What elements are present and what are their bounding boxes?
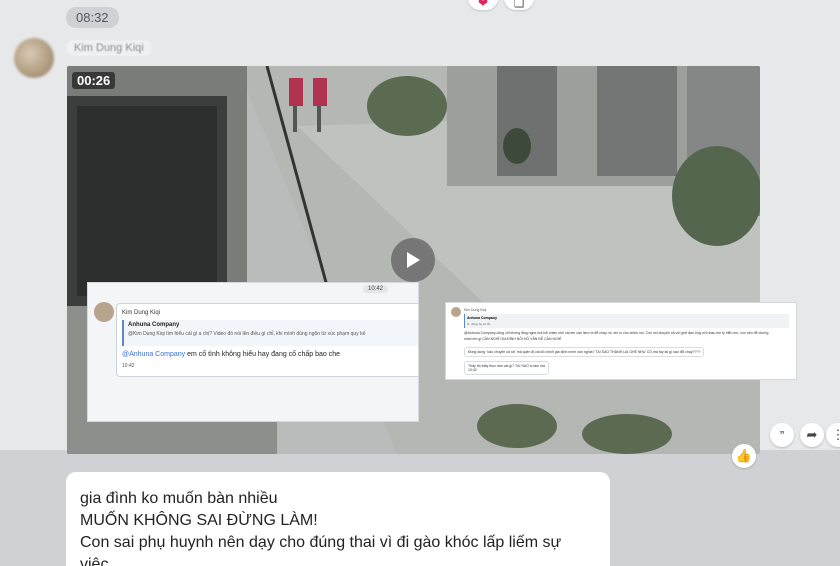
play-icon	[407, 252, 420, 268]
message-line: Con sai phụ huynh nên dạy cho đúng thai …	[80, 534, 562, 566]
share-icon: ➦	[806, 427, 818, 442]
quoted-author: Anhuna Company	[128, 322, 180, 328]
avatar	[451, 307, 461, 317]
quoted-message: Anhuna Company Ừ, đúng họ có lỗi.	[464, 314, 789, 328]
more-button[interactable]: ⋮	[826, 423, 840, 447]
more-icon: ⋮	[831, 427, 840, 442]
reply-body: em cố tình không hiểu hay đang cố chấp b…	[185, 351, 341, 358]
quoted-message: Anhuna Company @Kim Dung Kiqi tìm hiểu c…	[122, 320, 418, 346]
quoted-author: Anhuna Company	[467, 316, 497, 320]
message-bubble: Thấy thì thấy thực làm cái gì? TẠI SAO l…	[464, 361, 549, 375]
embedded-screenshot-1: 10:42 Kim Dung Kiqi Anhuna Company @Kim …	[87, 282, 419, 422]
timestamp-chip: 08:32	[66, 7, 119, 28]
avatar[interactable]	[14, 38, 54, 78]
message-line: @Anhuna Company cũng chỉ không lắng nghe…	[464, 331, 769, 335]
avatar	[94, 302, 114, 322]
thumbs-up-icon: 👍	[735, 448, 753, 463]
bubble-time: 10:42	[468, 368, 477, 372]
message-line: MUỐN KHÔNG SAI ĐỪNG LÀM!	[80, 512, 318, 529]
sender-name[interactable]: Kim Dung Kiqi	[66, 40, 152, 56]
message-bubble[interactable]: gia đình ko muốn bàn nhiều MUỐN KHÔNG SA…	[66, 472, 610, 566]
share-button[interactable]: ➦	[800, 423, 824, 447]
reaction-bar[interactable]: ❤ ❏	[468, 0, 534, 10]
mention: @Anhuna Company	[122, 351, 186, 358]
timestamp: 10:42	[122, 363, 135, 369]
like-button[interactable]: 👍	[732, 444, 756, 468]
reply-text: @Anhuna Company em cố tình không hiểu ha…	[122, 351, 340, 358]
message-line: minh em gì CẦN NGHĨ GIA ĐÌNH NỖI HỖ VẤN …	[464, 337, 562, 341]
play-button[interactable]	[391, 238, 435, 282]
bubble-text: Thấy thì thấy thực làm cái gì? TẠI SAO l…	[468, 364, 545, 368]
video-duration: 00:26	[72, 72, 116, 89]
message-bubble: Đúng dùng "câu chuyện cả xả" mà quên đi …	[464, 347, 705, 357]
heart-icon[interactable]: ❤	[468, 0, 498, 10]
copy-icon[interactable]: ❏	[504, 0, 534, 10]
embedded-screenshot-2: Kim Dung Kiqi Anhuna Company Ừ, đúng họ …	[445, 302, 797, 380]
timestamp-top: 10:42	[363, 285, 389, 293]
author-name: Kim Dung Kiqi	[464, 308, 487, 312]
quoted-text: Ừ, đúng họ có lỗi.	[467, 322, 491, 326]
author-name: Kim Dung Kiqi	[122, 310, 161, 316]
quote-icon: ”	[779, 427, 785, 443]
quote-button[interactable]: ”	[770, 423, 794, 447]
quoted-text: @Kim Dung Kiqi tìm hiểu cái gì a chị? Vi…	[128, 331, 366, 337]
message-line: gia đình ko muốn bàn nhiều	[80, 490, 278, 507]
